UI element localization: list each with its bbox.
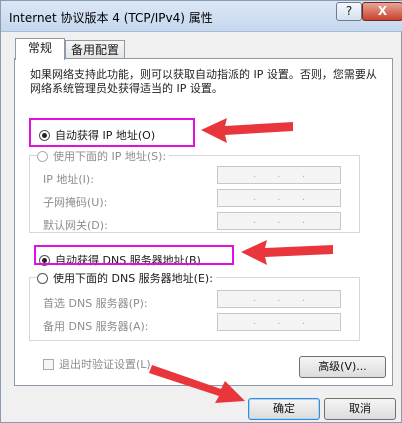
ip-address-input[interactable]: ... bbox=[217, 166, 341, 184]
use-following-dns-radio[interactable]: 使用下面的 DNS 服务器地址(E): bbox=[37, 270, 216, 286]
alternate-dns-label: 备用 DNS 服务器(A): bbox=[43, 320, 149, 333]
intro-text: 如果网络支持此功能，则可以获取自动指派的 IP 设置。否则，您需要从网络系统管理… bbox=[30, 68, 377, 95]
tab-alternate-configuration[interactable]: 备用配置 bbox=[65, 40, 125, 60]
title-bar[interactable]: Internet 协议版本 4 (TCP/IPv4) 属性 ? X bbox=[1, 1, 402, 32]
arrow-to-ok-icon bbox=[149, 365, 245, 403]
close-button[interactable]: X bbox=[362, 2, 402, 21]
validate-on-exit-checkbox[interactable]: 退出时验证设置(L) bbox=[43, 356, 151, 372]
arrow-to-dns-icon bbox=[241, 240, 333, 265]
use-following-ip-radio[interactable]: 使用下面的 IP 地址(S): bbox=[37, 148, 170, 164]
tab-general[interactable]: 常规 bbox=[15, 38, 65, 60]
ip-highlight-box bbox=[29, 118, 195, 147]
arrow-to-ip-icon bbox=[201, 118, 293, 143]
dns-highlight-box bbox=[34, 245, 234, 265]
tcpip-properties-dialog: Internet 协议版本 4 (TCP/IPv4) 属性 ? X 常规 备用配… bbox=[0, 0, 402, 423]
ok-button[interactable]: 确定 bbox=[248, 398, 320, 420]
radio-unselected-icon bbox=[37, 272, 48, 284]
radio-unselected-icon bbox=[37, 150, 48, 162]
help-button[interactable]: ? bbox=[336, 2, 362, 21]
default-gateway-label: 默认网关(D): bbox=[43, 219, 108, 232]
validate-on-exit-label: 退出时验证设置(L) bbox=[59, 358, 151, 371]
default-gateway-input[interactable]: ... bbox=[217, 212, 341, 230]
subnet-mask-input[interactable]: ... bbox=[217, 189, 341, 207]
use-following-dns-label: 使用下面的 DNS 服务器地址(E): bbox=[53, 272, 213, 285]
advanced-button[interactable]: 高级(V)... bbox=[299, 356, 386, 378]
window-title: Internet 协议版本 4 (TCP/IPv4) 属性 bbox=[9, 11, 213, 25]
checkbox-unchecked-icon bbox=[43, 358, 54, 370]
alternate-dns-input[interactable]: ... bbox=[217, 313, 341, 331]
preferred-dns-input[interactable]: ... bbox=[217, 290, 341, 308]
use-following-ip-label: 使用下面的 IP 地址(S): bbox=[53, 150, 167, 163]
subnet-mask-label: 子网掩码(U): bbox=[43, 196, 108, 209]
ip-address-label: IP 地址(I): bbox=[43, 173, 94, 186]
cancel-button[interactable]: 取消 bbox=[324, 398, 396, 420]
preferred-dns-label: 首选 DNS 服务器(P): bbox=[43, 297, 148, 310]
